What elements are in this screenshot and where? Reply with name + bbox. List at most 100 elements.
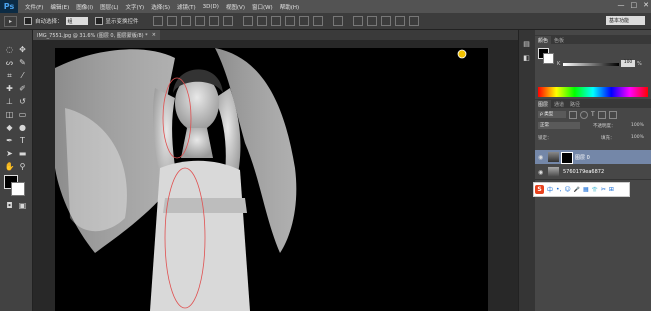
restore-button[interactable]: □ [631,1,638,9]
tools-icon[interactable]: ✂ [601,186,606,193]
distribute-top-icon[interactable] [242,16,253,26]
3d-pan-icon[interactable] [380,16,391,26]
pen-tool-icon[interactable]: ✒ [4,135,15,146]
layer-name[interactable]: 5760179ea6872 [563,169,604,175]
canvas-area[interactable] [33,40,518,311]
rectangle-tool-icon[interactable]: ▬ [17,148,28,159]
eye-visibility-icon[interactable]: ◉ [538,154,543,161]
menu-type[interactable]: 文字(Y) [126,3,145,11]
marquee-tool-icon[interactable]: ◌ [4,44,15,55]
eyedropper-tool-icon[interactable]: ⁄ [17,70,28,81]
clone-stamp-tool-icon[interactable]: ⊥ [4,96,15,107]
auto-select-checkbox[interactable] [24,17,32,25]
quick-mask-icon[interactable]: ◘ [4,200,15,211]
align-bottom-icon[interactable] [180,16,191,26]
menu-file[interactable]: 文件(F) [25,3,43,11]
close-button[interactable]: ✕ [643,1,649,9]
brush-tool-icon[interactable]: ✐ [17,83,28,94]
layer-name[interactable]: 图层 0 [575,154,590,161]
filter-smart-icon[interactable] [608,111,617,119]
color-spectrum-bar[interactable] [538,87,648,97]
tab-paths[interactable]: 路径 [567,100,583,108]
punctuation-icon[interactable]: •, [556,186,561,193]
menu-window[interactable]: 窗口(W) [252,3,273,11]
auto-select-dropdown[interactable]: 组 [65,17,88,25]
lasso-tool-icon[interactable]: ᔕ [4,57,15,68]
distribute-hcenter-icon[interactable] [298,16,309,26]
menu-edit[interactable]: 编辑(E) [50,3,69,11]
align-top-icon[interactable] [152,16,163,26]
color-bg-swatch[interactable] [543,53,554,64]
layer-mask-thumbnail[interactable] [561,152,573,164]
show-transform-checkbox[interactable] [94,17,103,25]
k-value-input[interactable]: 100 [621,60,635,67]
align-hcenter-icon[interactable] [208,16,219,26]
history-brush-tool-icon[interactable]: ↺ [17,96,28,107]
3d-mode-icon[interactable] [352,16,363,26]
workspace-dropdown[interactable]: 基本功能 [606,16,645,25]
path-selection-tool-icon[interactable]: ➤ [4,148,15,159]
move-tool-icon[interactable]: ✥ [17,44,28,55]
move-tool-preset-icon[interactable]: ▸ [4,15,17,27]
menu-view[interactable]: 视图(V) [226,3,245,11]
align-left-icon[interactable] [194,16,205,26]
zoom-tool-icon[interactable]: ⚲ [17,161,28,172]
layer-row[interactable]: ◉ 5760179ea6872 [535,165,651,180]
3d-scale-icon[interactable] [408,16,419,26]
menu-3d[interactable]: 3D(D) [203,4,219,10]
opacity-value[interactable]: 100% [631,123,644,128]
menu-filter[interactable]: 滤镜(T) [177,3,196,11]
history-panel-icon[interactable]: ▤ [521,38,532,49]
distribute-right-icon[interactable] [312,16,323,26]
tab-color[interactable]: 颜色 [535,36,552,44]
distribute-vcenter-icon[interactable] [256,16,267,26]
menu-help[interactable]: 帮助(H) [280,3,299,11]
emoji-icon[interactable]: ☺ [564,186,570,193]
eraser-tool-icon[interactable]: ◫ [4,109,15,120]
sogou-logo[interactable]: S [535,185,544,194]
filter-pixel-icon[interactable] [569,111,577,119]
layer-kind-filter[interactable]: ρ 类型 [538,111,566,118]
menu-layer[interactable]: 图层(L) [100,3,118,11]
distribute-left-icon[interactable] [284,16,295,26]
document-canvas[interactable] [55,48,488,311]
blur-tool-icon[interactable]: ◆ [4,122,15,133]
type-tool-icon[interactable]: T [17,135,28,146]
keyboard-icon[interactable]: ▦ [583,186,589,193]
blend-mode-dropdown[interactable]: 正常 [538,122,580,129]
fill-value[interactable]: 100% [631,135,644,140]
menu-image[interactable]: 图像(I) [76,3,93,11]
ime-mode[interactable]: 中 [547,185,553,194]
crop-tool-icon[interactable]: ⌗ [4,70,15,81]
document-tab[interactable]: IMG_7551.jpg @ 31.6% (图层 0, 图层蒙版/8) * × [33,30,160,40]
align-right-icon[interactable] [222,16,233,26]
skin-icon[interactable]: 👕 [592,187,598,193]
3d-rotate-icon[interactable] [366,16,377,26]
screen-mode-icon[interactable]: ▣ [17,200,28,211]
voice-icon[interactable]: 🎤 [574,187,580,193]
properties-panel-icon[interactable]: ◧ [521,52,532,63]
dodge-tool-icon[interactable]: ● [17,122,28,133]
align-vcenter-icon[interactable] [166,16,177,26]
close-tab-icon[interactable]: × [152,32,156,38]
menu-select[interactable]: 选择(S) [151,3,170,11]
gradient-tool-icon[interactable]: ▭ [17,109,28,120]
healing-brush-tool-icon[interactable]: ✚ [4,83,15,94]
quick-select-tool-icon[interactable]: ✎ [17,57,28,68]
background-color-swatch[interactable] [11,182,25,196]
layer-row[interactable]: ◉ 图层 0 [535,150,651,164]
filter-adjust-icon[interactable] [580,111,588,119]
eye-visibility-icon[interactable]: ◉ [538,169,543,176]
hand-tool-icon[interactable]: ✋ [4,161,15,172]
filter-shape-icon[interactable] [597,111,606,119]
3d-slide-icon[interactable] [394,16,405,26]
tab-layers[interactable]: 图层 [535,100,552,108]
k-slider[interactable] [563,63,619,66]
auto-align-icon[interactable] [332,16,343,26]
distribute-bottom-icon[interactable] [270,16,281,26]
filter-type-icon[interactable]: T [591,111,595,119]
tab-swatches[interactable]: 色板 [551,36,567,44]
minimize-button[interactable]: — [618,1,625,9]
tab-channels[interactable]: 通道 [551,100,567,108]
grid-menu-icon[interactable]: ⊞ [609,186,614,193]
